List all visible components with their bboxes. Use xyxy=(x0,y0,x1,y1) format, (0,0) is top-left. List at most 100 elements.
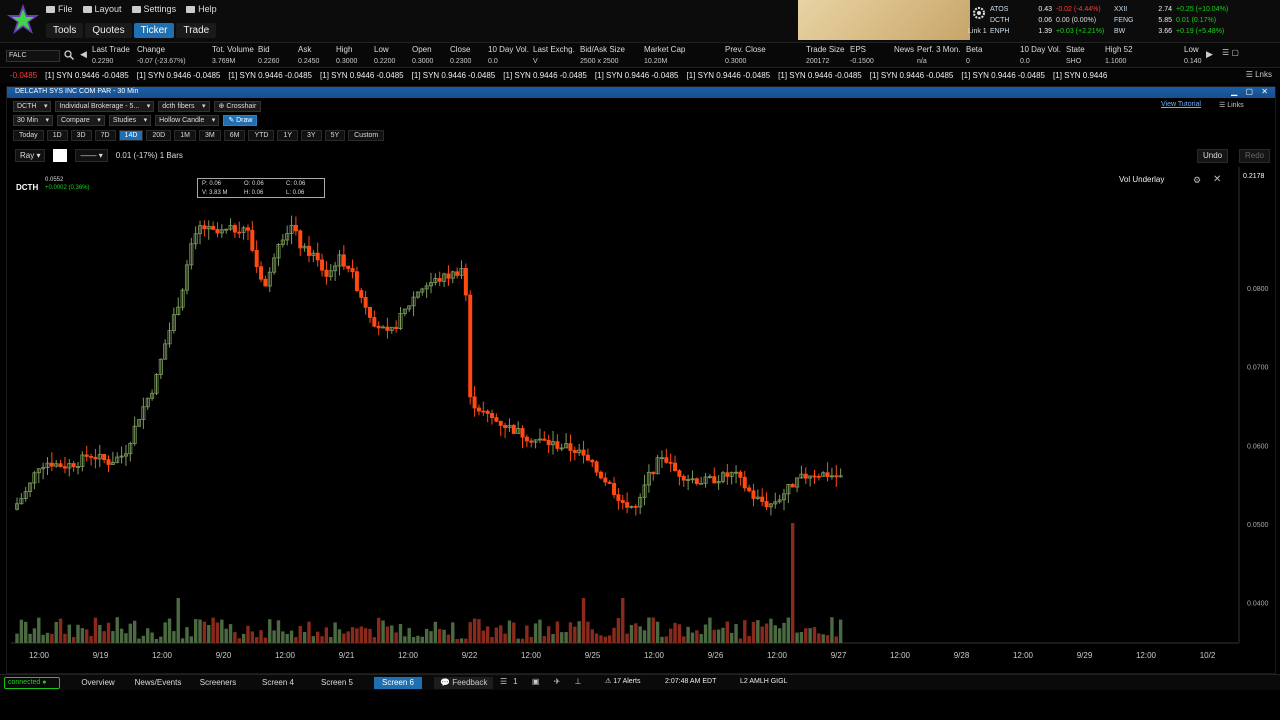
quote-column[interactable]: State SHO xyxy=(1066,45,1085,65)
level2-label[interactable]: L2 AMLH GIGL xyxy=(740,678,787,685)
quote-column[interactable]: Low 0.2200 xyxy=(374,45,395,65)
candle-type-select[interactable]: Hollow Candle xyxy=(155,115,220,126)
mini-ticker-row[interactable]: DCTH 0.06 0.00 (0.00%) FENG 5.85 0.01 (0.17%) xyxy=(990,15,1280,26)
period-20d[interactable]: 20D xyxy=(146,130,172,141)
period-14d[interactable]: 14D xyxy=(118,130,144,141)
quote-column[interactable]: Perf. 3 Mon. n/a xyxy=(917,45,961,65)
quote-column[interactable]: Last Trade 0.2290 xyxy=(92,45,130,65)
link-label[interactable]: Link 1 xyxy=(968,28,987,35)
symbol-select[interactable]: DCTH xyxy=(13,101,52,112)
window-title-bar[interactable]: DELCATH SYS INC COM PAR - 30 Min ▁ ▢ ✕ xyxy=(7,87,1275,98)
quote-column[interactable]: 10 Day Vol. 0.0 xyxy=(1020,45,1061,65)
x-tick-label: 12:00 xyxy=(521,651,542,660)
status-tool-icons[interactable]: ☰1 ▣ ✈ ⊥ xyxy=(500,677,588,686)
quote-column[interactable]: High 0.3000 xyxy=(336,45,357,65)
search-icon[interactable] xyxy=(64,50,74,60)
period-6m[interactable]: 6M xyxy=(223,130,246,141)
mode-tab-ticker[interactable]: Ticker xyxy=(133,23,175,38)
quote-column[interactable]: Bid/Ask Size 2500 x 2500 xyxy=(580,45,625,65)
feedback-button[interactable]: 💬 Feedback xyxy=(434,677,494,689)
screen-tab-overview[interactable]: Overview xyxy=(72,677,124,689)
period-1d[interactable]: 1D xyxy=(46,130,68,141)
price-chart[interactable]: 0.0800 0.0700 0.0600 0.0500 0.0400 0.2178 12:0… xyxy=(7,87,1277,675)
quote-column[interactable]: Last Exchg. V xyxy=(533,45,575,65)
volume-bar xyxy=(102,631,106,643)
candle-body xyxy=(511,424,516,434)
ray-tool-select[interactable]: Ray ▾ xyxy=(15,149,46,162)
candle-body xyxy=(503,425,508,428)
period-3m[interactable]: 3M xyxy=(198,130,221,141)
screen-tab-screen-4[interactable]: Screen 4 xyxy=(254,677,302,689)
draw-button[interactable]: ✎ Draw xyxy=(223,115,258,126)
quote-column[interactable]: Market Cap 10.20M xyxy=(644,45,685,65)
quote-column[interactable]: Ask 0.2450 xyxy=(298,45,319,65)
volume-bar xyxy=(542,636,547,643)
gear-icon[interactable]: ⚙ xyxy=(1193,175,1201,186)
quote-column[interactable]: Prev. Close 0.3000 xyxy=(725,45,766,65)
period-3d[interactable]: 3D xyxy=(70,130,92,141)
period-ytd[interactable]: YTD xyxy=(248,130,275,141)
symbol-input[interactable]: FALC xyxy=(6,50,60,62)
menu-settings[interactable]: Settings xyxy=(131,4,176,14)
quote-column[interactable]: 10 Day Vol. 0.0 xyxy=(488,45,529,65)
mini-ticker-row[interactable]: ATOS 0.43 -0.02 (-4.44%) XXII 2.74 +0.25 (+10… xyxy=(990,4,1280,15)
alerts-button[interactable]: ⚠ 17 Alerts xyxy=(605,677,640,685)
period-5y[interactable]: 5Y xyxy=(324,130,346,141)
undo-button[interactable]: Undo xyxy=(1197,149,1229,163)
quote-column[interactable]: EPS -0.1500 xyxy=(850,45,874,65)
links-menu[interactable]: ☰ Links xyxy=(1219,101,1244,109)
quote-column[interactable]: Open 0.3000 xyxy=(412,45,433,65)
mode-tab-quotes[interactable]: Quotes xyxy=(85,23,132,38)
interval-select[interactable]: 30 Min xyxy=(13,115,54,126)
screen-tab-screeners[interactable]: Screeners xyxy=(192,677,244,689)
compare-select[interactable]: Compare xyxy=(57,115,105,126)
view-tutorial-link[interactable]: View Tutorial xyxy=(1161,101,1201,108)
line-style-select[interactable]: —— ▾ xyxy=(75,149,108,162)
quote-column[interactable]: News xyxy=(894,45,914,58)
menu-file[interactable]: File xyxy=(46,4,73,14)
gear-icon[interactable] xyxy=(972,6,986,20)
mode-tab-tools[interactable]: Tools xyxy=(46,23,84,38)
quote-column[interactable]: Trade Size 200172 xyxy=(806,45,844,65)
period-1m[interactable]: 1M xyxy=(174,130,196,141)
quote-column[interactable]: Change -0.07 (-23.67%) xyxy=(137,45,186,65)
quote-column-header: Last Exchg. xyxy=(533,45,575,54)
quote-menu-icon[interactable]: ☰ ▢ xyxy=(1222,48,1239,57)
quote-column[interactable]: Close 0.2300 xyxy=(450,45,471,65)
screen-tab-screen-6[interactable]: Screen 6 xyxy=(374,677,422,689)
volume-bar xyxy=(538,619,542,643)
period-today[interactable]: Today xyxy=(13,130,44,141)
layout-select[interactable]: dcth fibers xyxy=(158,101,210,112)
candle-body xyxy=(468,294,473,398)
tape-menu-icon[interactable]: ☰ Lnks xyxy=(1241,70,1272,79)
studies-select[interactable]: Studies xyxy=(108,115,152,126)
screen-tab-screen-5[interactable]: Screen 5 xyxy=(312,677,362,689)
account-select[interactable]: Individual Brokerage - 5... xyxy=(55,101,155,112)
quote-column[interactable]: Beta 0 xyxy=(966,45,982,65)
crosshair-button[interactable]: ⊕ Crosshair xyxy=(213,101,262,112)
prev-arrow-icon[interactable]: ◀ xyxy=(80,49,87,60)
quote-column[interactable]: Tot. Volume 3.769M xyxy=(212,45,254,65)
mode-tab-trade[interactable]: Trade xyxy=(176,23,217,38)
mini-ticker-row[interactable]: ENPH 1.39 +0.03 (+2.21%) BW 3.66 +0.19 (+5.48… xyxy=(990,26,1280,37)
redo-button[interactable]: Redo xyxy=(1239,149,1271,163)
volume-bar xyxy=(472,618,477,643)
candle-body xyxy=(306,245,311,256)
next-arrow-icon[interactable]: ▶ xyxy=(1206,49,1213,60)
quote-column[interactable]: Low 0.140 xyxy=(1184,45,1202,65)
candle-body xyxy=(372,317,377,327)
period-7d[interactable]: 7D xyxy=(94,130,116,141)
screen-tab-news-events[interactable]: News/Events xyxy=(128,677,188,689)
candle-body xyxy=(106,459,111,465)
menu-layout[interactable]: Layout xyxy=(82,4,122,14)
quote-column[interactable]: Bid 0.2260 xyxy=(258,45,279,65)
close-icon[interactable]: ✕ xyxy=(1213,174,1221,185)
period-3y[interactable]: 3Y xyxy=(301,130,322,141)
quote-column[interactable]: High 52 1.1000 xyxy=(1105,45,1133,65)
period-custom[interactable]: Custom xyxy=(348,130,385,141)
menu-help[interactable]: Help xyxy=(186,4,217,14)
color-swatch[interactable] xyxy=(53,149,68,162)
window-controls-icon[interactable]: ▁ ▢ ✕ xyxy=(1231,87,1271,96)
volume-bar xyxy=(350,627,355,643)
period-1y[interactable]: 1Y xyxy=(277,130,298,141)
